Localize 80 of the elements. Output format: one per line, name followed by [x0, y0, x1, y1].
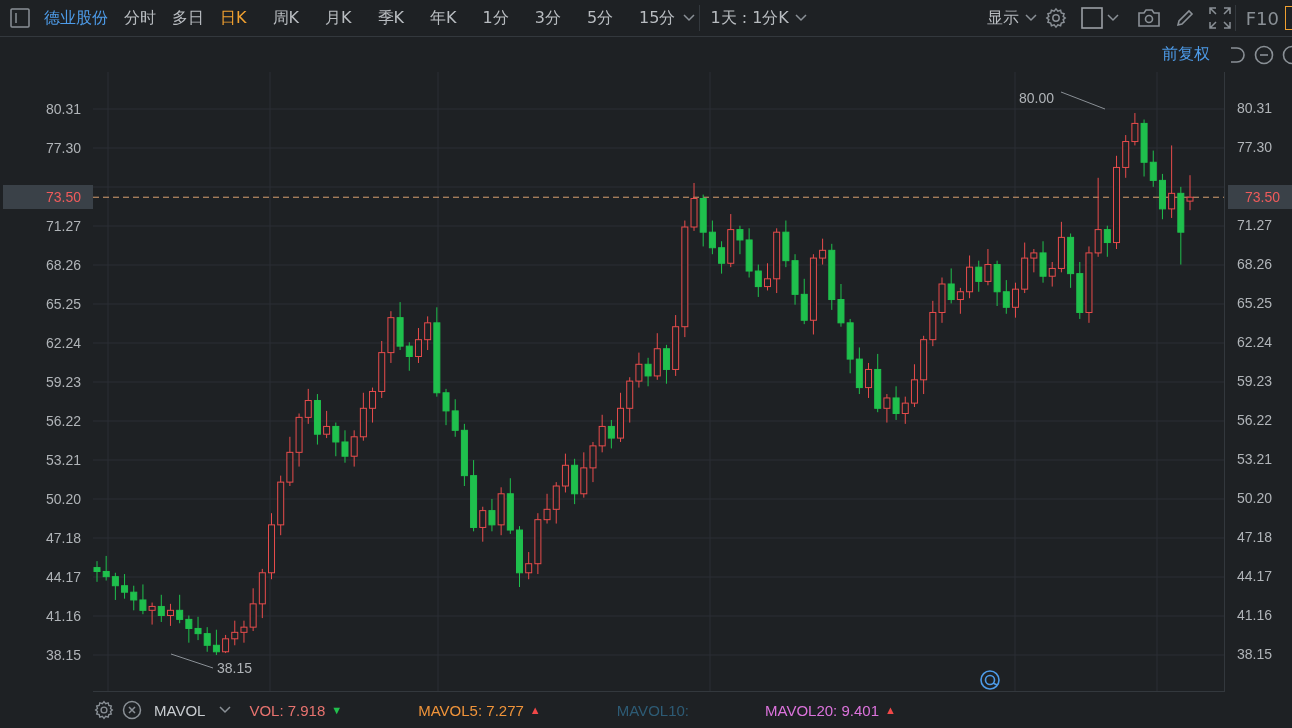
undo-icon[interactable] [1228, 44, 1246, 65]
price-tick: 71.27 [1237, 217, 1273, 233]
candle [167, 603, 174, 627]
price-tick: 38.15 [1237, 646, 1273, 662]
close-icon[interactable] [122, 700, 142, 720]
target-icon[interactable] [980, 670, 1000, 690]
price-tick: 44.17 [45, 569, 81, 586]
f10-button[interactable]: F10 [1239, 7, 1285, 29]
price-tick: 77.30 [45, 140, 81, 156]
price-tick: 50.20 [1237, 490, 1273, 506]
period-tab[interactable]: 多日 [164, 7, 212, 29]
panel-edge-icon[interactable] [1285, 6, 1292, 30]
price-tick: 56.22 [45, 413, 81, 429]
period-tab[interactable]: 季K [369, 7, 412, 29]
indicator-value: MAVOL10: [616, 701, 689, 719]
chevron-down-icon[interactable] [683, 14, 696, 22]
fullscreen-icon[interactable] [1208, 7, 1231, 29]
period-tab[interactable]: 15分 [631, 7, 684, 29]
chevron-down-icon[interactable] [794, 14, 807, 22]
period-tab[interactable]: 月K [317, 7, 360, 29]
price-tick: 50.20 [45, 490, 81, 507]
price-tick: 41.16 [1237, 607, 1273, 623]
candle [268, 512, 275, 580]
checkbox-icon[interactable] [1080, 7, 1103, 29]
price-tick: 53.21 [1237, 451, 1273, 467]
indicator-value: VOL: 7.918 [249, 701, 326, 719]
period-tab[interactable]: 分时 [116, 7, 164, 29]
price-tick: 47.18 [45, 530, 81, 547]
chevron-down-icon[interactable] [219, 706, 232, 714]
chevron-down-icon[interactable] [1106, 14, 1119, 22]
price-tick: 62.24 [1237, 334, 1273, 350]
period-tab[interactable]: 1分 [474, 7, 517, 29]
price-tick: 59.23 [1237, 373, 1273, 389]
price-tick: 62.24 [45, 335, 81, 352]
price-tick: 68.26 [45, 257, 81, 274]
candle [1012, 282, 1019, 319]
leader-line [1060, 91, 1106, 110]
price-tick: 41.16 [45, 608, 81, 624]
price-tick: 53.21 [45, 451, 81, 468]
period-tab[interactable]: 日K [212, 7, 255, 29]
settings-icon[interactable] [1044, 7, 1067, 29]
stock-name: 德业股份 [43, 7, 109, 29]
interval-dropdown[interactable]: 1天 : 1分K [704, 7, 795, 29]
zoom-out-icon[interactable] [1254, 44, 1274, 65]
candle [764, 262, 771, 291]
indicator-value: MAVOL20: 9.401 [765, 701, 879, 719]
indicator-value: MAVOL5: 7.277 [418, 701, 524, 719]
current-price-label: 73.50 [3, 185, 93, 210]
period-tab[interactable]: 年K [422, 7, 465, 29]
display-menu[interactable]: 显示 [980, 7, 1025, 29]
price-tick: 59.23 [45, 374, 81, 390]
price-tick: 68.26 [1237, 256, 1273, 272]
period-tab[interactable]: 5分 [578, 7, 622, 29]
price-tick: 80.31 [1237, 100, 1273, 116]
sidebar-toggle-icon[interactable] [10, 8, 30, 28]
price-tick: 65.25 [45, 296, 81, 313]
indicator-name: MAVOL [154, 701, 206, 719]
adjust-link[interactable]: 前复权 [1162, 44, 1210, 65]
camera-icon[interactable] [1136, 8, 1161, 28]
price-tick: 38.15 [45, 647, 81, 663]
price-tick: 71.27 [45, 218, 81, 235]
trend-arrow: ▲ [529, 704, 541, 716]
price-tick: 77.30 [1237, 139, 1273, 155]
low-price-label: 38.15 [217, 660, 253, 676]
candle [516, 525, 523, 588]
period-tab[interactable]: 周K [264, 7, 307, 29]
chevron-down-icon[interactable] [1024, 14, 1037, 22]
trend-arrow: ▼ [331, 704, 343, 716]
leader-line [170, 653, 214, 669]
pencil-icon[interactable] [1174, 8, 1195, 28]
price-tick: 56.22 [1237, 412, 1273, 428]
period-tab[interactable]: 3分 [526, 7, 569, 29]
trend-arrow: ▲ [885, 704, 896, 716]
high-price-label: 80.00 [1019, 90, 1055, 106]
price-tick: 44.17 [1237, 568, 1273, 584]
current-price-label: 73.50 [1228, 185, 1292, 210]
price-tick: 80.31 [45, 101, 81, 118]
settings-icon[interactable] [94, 700, 114, 720]
price-tick: 47.18 [1237, 529, 1273, 545]
price-tick: 65.25 [1237, 295, 1273, 311]
